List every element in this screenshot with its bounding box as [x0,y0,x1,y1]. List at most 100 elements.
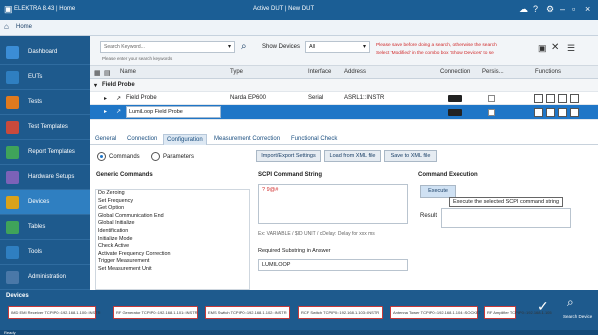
device-detail-tabs: General Connection Configuration Measure… [90,132,598,145]
chevron-down-icon[interactable]: ▾ [228,43,231,50]
settings-function-icon[interactable] [534,108,543,117]
tree-function-icon[interactable] [570,94,579,103]
list-item[interactable]: Initialize Mode [96,236,249,244]
close-icon[interactable]: × [585,4,590,14]
table-row[interactable]: ▸ ↗ Field Probe Narda EP600 Serial ASRL1… [90,92,598,105]
device-card[interactable]: RCF Switch TCPIP0::192.168.1.103::INSTR [298,306,383,319]
sidebar-item-administration[interactable]: Administration [0,265,90,290]
list-item[interactable]: Trigger Measurement [96,258,249,266]
sidebar-item-tests[interactable]: Tests [0,90,90,115]
expand-icon[interactable]: ▸ [104,108,107,115]
settings-function-icon[interactable] [534,94,543,103]
sidebar-item-report-templates[interactable]: Report Templates [0,140,90,165]
list-item[interactable]: Set Measurement Unit [96,266,249,274]
sidebar-item-euts[interactable]: EUTs [0,65,90,90]
result-field[interactable] [441,208,571,228]
help-icon[interactable]: ? [533,4,538,14]
tab-configuration[interactable]: Configuration [163,134,207,145]
list-item[interactable]: Global Communication End [96,213,249,221]
list-icon[interactable]: ▤ [104,69,111,77]
home-label[interactable]: Home [16,24,32,30]
tab-connection[interactable]: Connection [124,134,160,145]
sidebar-item-tools[interactable]: Tools [0,240,90,265]
scpi-command-field[interactable]: ? 9@# [258,184,408,224]
status-text: Ready [4,330,16,335]
home-icon[interactable]: ⌂ [4,22,9,31]
tree-function-icon[interactable] [570,108,579,117]
col-functions[interactable]: Functions [535,69,561,75]
generic-commands-list: Do Zeroing Set Frequency Get Option Glob… [95,189,250,290]
show-devices-label: Show Devices [262,44,301,50]
collapse-icon[interactable]: ▾ [94,82,97,89]
cloud-icon[interactable]: ☁ [519,4,528,14]
search-device-label[interactable]: Search Device [563,314,592,319]
search-warning: Please save before doing a search, other… [376,43,497,48]
sidebar-item-dashboard[interactable]: Dashboard [0,40,90,65]
import-export-button[interactable]: Import/Export Settings [256,150,321,162]
col-name[interactable]: Name [120,69,136,75]
sidebar-item-devices[interactable]: Devices [0,190,90,215]
list-item[interactable]: Check Active [96,243,249,251]
commands-radio[interactable] [97,152,106,161]
col-interface[interactable]: Interface [308,69,331,75]
col-persist[interactable]: Persis... [482,69,504,75]
device-card[interactable]: RF Amplifier TCPIP0::192.168.1.105 [484,306,552,319]
list-item[interactable]: Get Option [96,205,249,213]
save-icon[interactable]: ▣ [538,43,547,54]
sidebar-item-tables[interactable]: Tables [0,215,90,240]
save-function-icon[interactable] [546,94,555,103]
save-function-icon[interactable] [546,108,555,117]
confirm-check-icon[interactable]: ✓ [537,298,549,315]
device-table-header: ▦ ▤ Name Type Interface Address Connecti… [90,66,598,79]
maximize-icon[interactable]: ▫ [572,4,575,14]
table-row-selected[interactable]: ▸ ↗ LumiLoop Field Probe [90,105,598,120]
device-card[interactable]: EMS Switch TCPIP0::192.168.1.102::INSTR [205,306,290,319]
tab-measurement-correction[interactable]: Measurement Correction [211,134,283,145]
device-card[interactable]: IMD EMI Receiver TCPIP0::192.168.1.100::… [8,306,101,319]
load-xml-button[interactable]: Load from XML file [324,150,381,162]
sidebar-item-test-templates[interactable]: Test Templates [0,115,90,140]
delete-function-icon[interactable] [558,108,567,117]
search-icon[interactable]: ⌕ [241,41,247,52]
connection-icon[interactable] [448,95,462,102]
radio-selected-dot [100,155,103,158]
delete-icon[interactable]: ✕ [551,42,559,53]
expand-icon[interactable]: ▸ [104,95,107,102]
col-connection[interactable]: Connection [440,69,470,75]
list-item[interactable]: Identification [96,228,249,236]
device-toolbar: Search Keyword... ▾ Please enter your se… [90,36,598,66]
chevron-down-icon[interactable]: ▾ [363,43,366,50]
search-device-icon[interactable]: ⌕ [567,295,574,310]
devices-panel-title: Devices [6,293,29,299]
connection-icon[interactable] [448,109,462,116]
col-type[interactable]: Type [230,69,243,75]
parameters-radio[interactable] [151,152,160,161]
expected-substring-field[interactable]: LUMILOOP [258,259,408,271]
list-item[interactable]: Set Frequency [96,198,249,206]
tree-icon[interactable]: ☰ [567,43,575,54]
name-edit-field[interactable]: LumiLoop Field Probe [126,106,221,118]
show-devices-select[interactable]: All ▾ [305,41,370,53]
delete-function-icon[interactable] [558,94,567,103]
list-item[interactable]: Global Initialize [96,220,249,228]
test-templates-icon [6,121,19,134]
sidebar-item-hardware-setups[interactable]: Hardware Setups [0,165,90,190]
search-input[interactable]: Search Keyword... ▾ [100,41,235,53]
persist-checkbox[interactable] [488,109,495,116]
col-address[interactable]: Address [344,69,366,75]
persist-checkbox[interactable] [488,95,495,102]
list-item[interactable]: Activate Frequency Correction [96,251,249,259]
settings-icon[interactable]: ⚙ [546,4,554,14]
table-row[interactable]: ▾ Field Probe [90,79,598,92]
title-bar: ▣ ELEKTRA 8.43 | Home Active DUT | New D… [0,0,598,20]
tab-functional-check[interactable]: Functional Check [288,134,340,145]
tab-general[interactable]: General [92,134,119,145]
device-card[interactable]: RF Generator TCPIP0::192.168.1.101::INST… [113,306,198,319]
minimize-icon[interactable]: – [560,4,565,14]
list-item[interactable]: Do Zeroing [96,190,249,198]
expected-label: Required Substring in Answer [258,248,331,254]
save-xml-button[interactable]: Save to XML file [384,150,437,162]
status-bar: Ready [0,330,598,335]
grid-icon[interactable]: ▦ [94,69,101,77]
device-card[interactable]: Antenna Tower TCPIP0::192.168.1.104::SOC… [390,306,481,319]
